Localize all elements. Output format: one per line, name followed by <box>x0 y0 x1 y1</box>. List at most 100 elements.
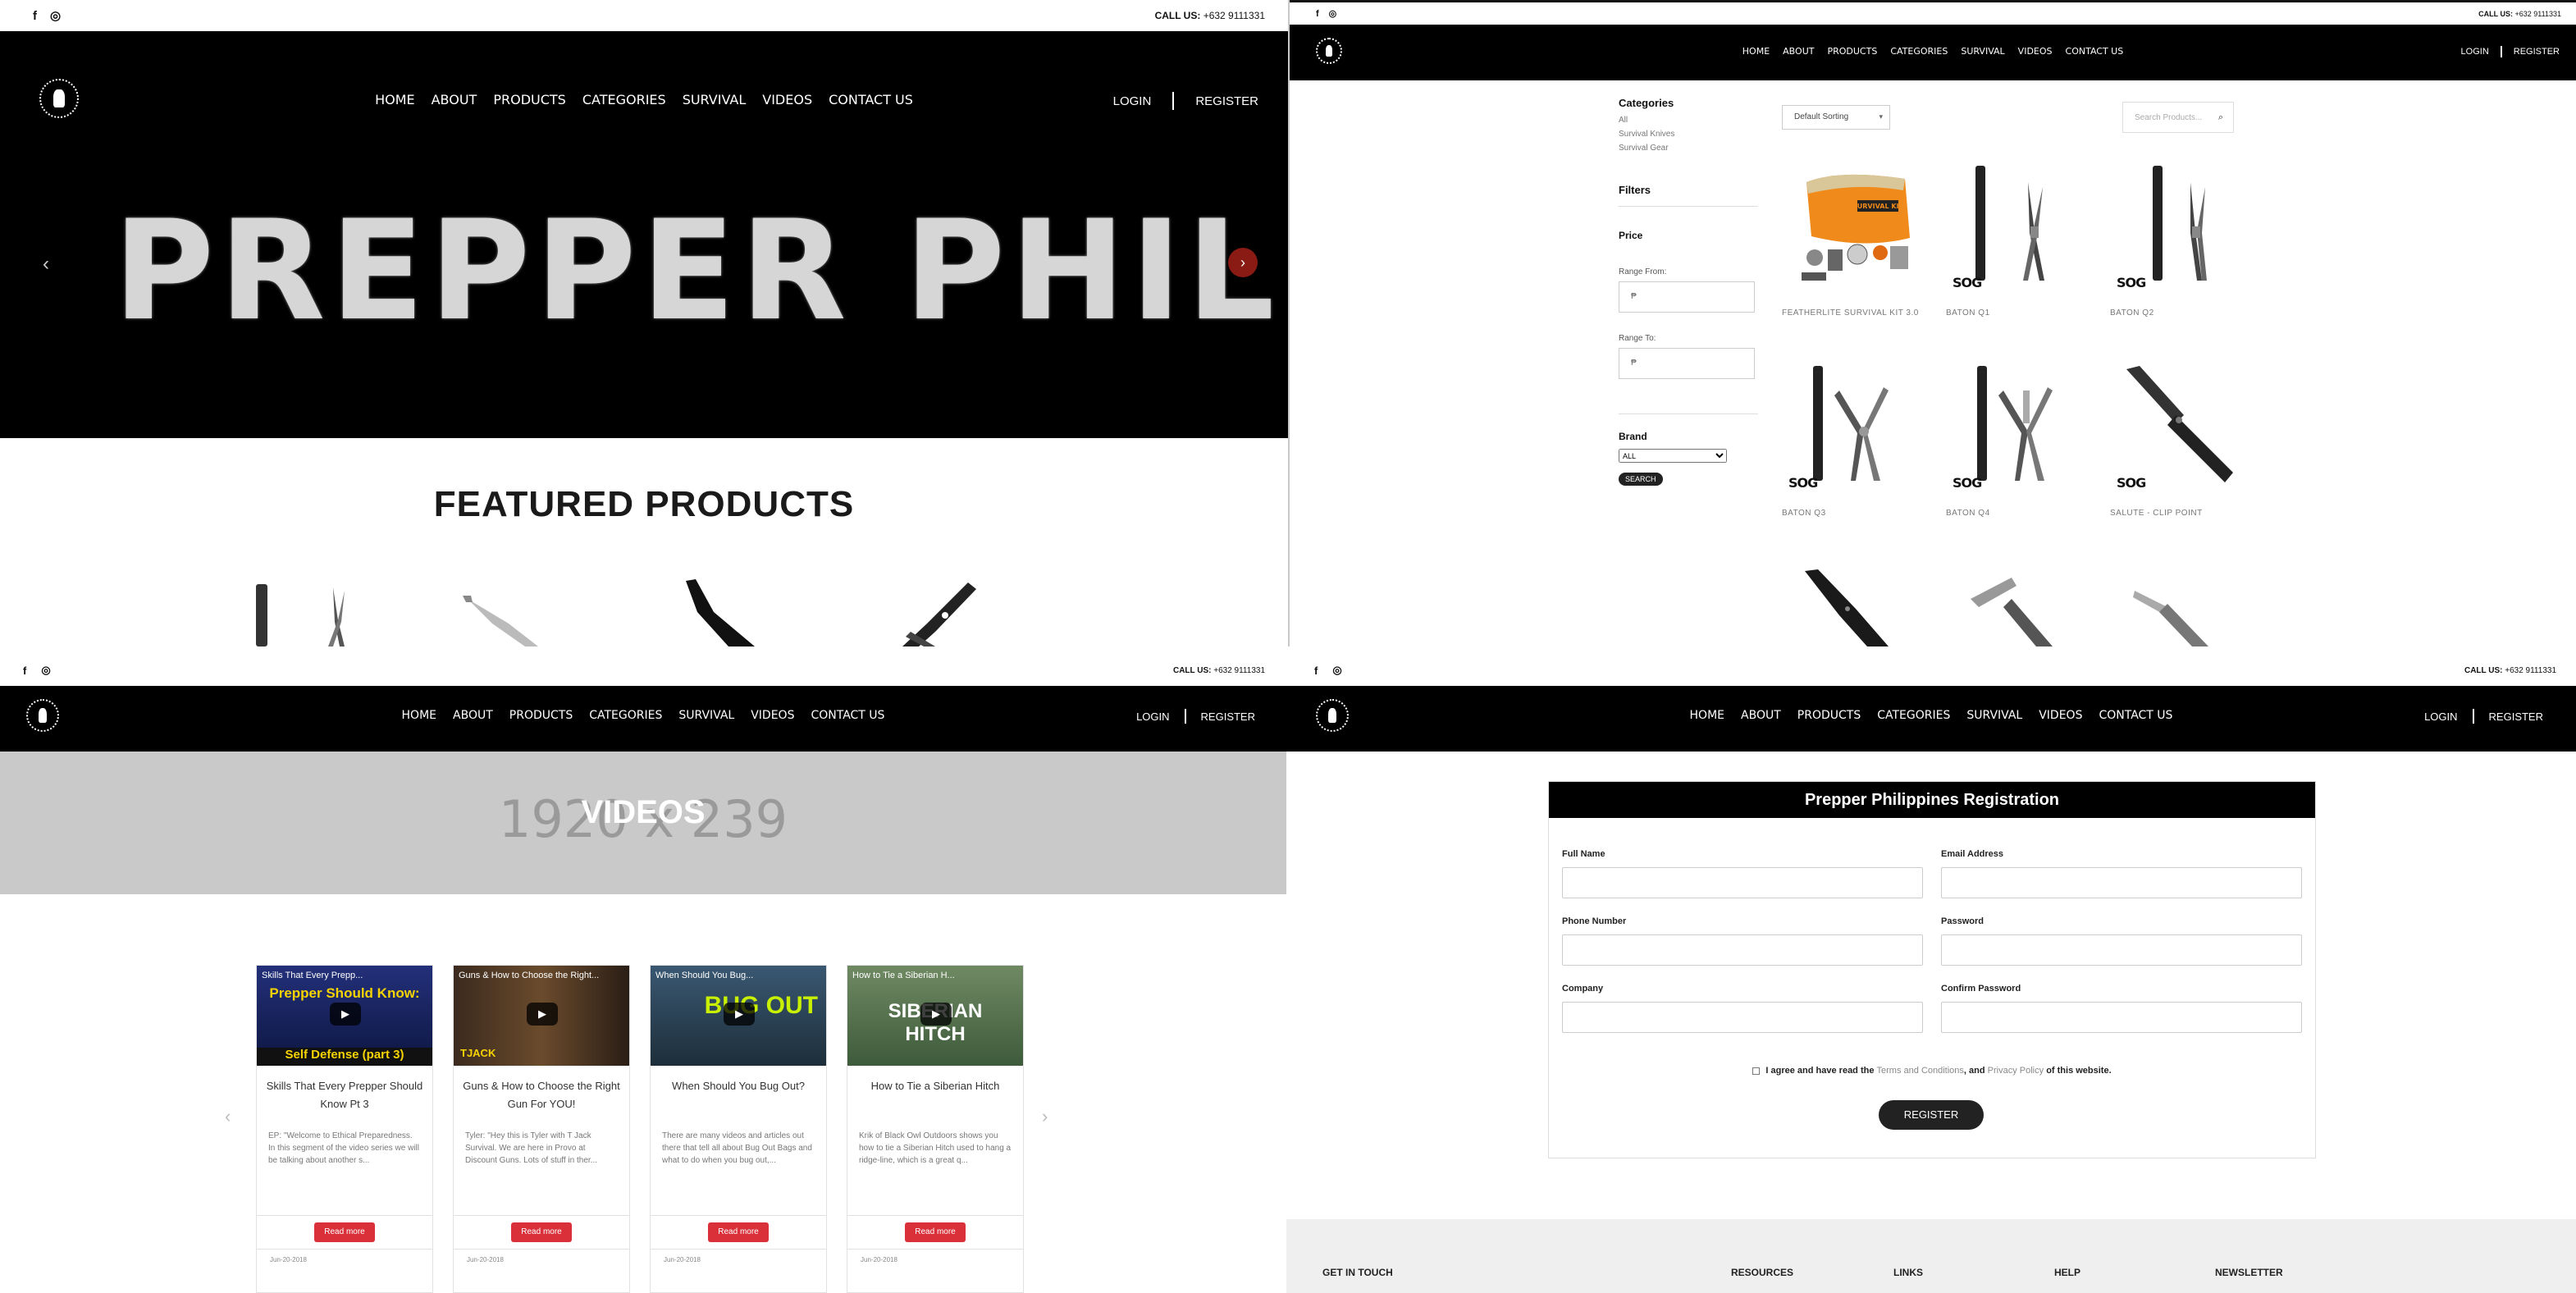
product-image[interactable]: SOG <box>2110 158 2249 305</box>
instagram-icon[interactable]: ◎ <box>41 664 50 677</box>
instagram-icon[interactable]: ◎ <box>1329 8 1337 19</box>
login-link[interactable]: LOGIN <box>1136 710 1169 723</box>
product-image[interactable]: SOG <box>2110 358 2249 505</box>
nav-home[interactable]: HOME <box>375 92 415 107</box>
product-card[interactable]: SURVIVAL KIT FEATHERLITE SURVIVAL KIT 3.… <box>1782 158 1921 318</box>
sort-select[interactable]: Default Sorting <box>1782 105 1890 130</box>
terms-link[interactable]: Terms and Conditions <box>1877 1066 1964 1076</box>
video-thumbnail[interactable]: Guns & How to Choose the Right... TJACK … <box>454 966 629 1066</box>
nav-videos[interactable]: VIDEOS <box>762 92 812 107</box>
product-card[interactable]: SOG BATON Q2 <box>2110 158 2249 318</box>
nav-contact-us[interactable]: CONTACT US <box>811 709 884 722</box>
filter-search-button[interactable]: SEARCH <box>1619 473 1663 486</box>
nav-about[interactable]: ABOUT <box>1741 709 1781 722</box>
phone-input[interactable] <box>1562 934 1923 966</box>
product-name[interactable]: BATON Q2 <box>2110 308 2249 318</box>
nav-categories[interactable]: CATEGORIES <box>1890 46 1948 57</box>
facebook-icon[interactable]: f <box>23 665 26 677</box>
product-card[interactable]: SOG BATON Q4 <box>1946 358 2085 518</box>
nav-survival[interactable]: SURVIVAL <box>1961 46 2004 57</box>
nav-products[interactable]: PRODUCTS <box>1827 46 1877 57</box>
register-link[interactable]: REGISTER <box>1201 710 1255 723</box>
full-name-input[interactable] <box>1562 867 1923 898</box>
video-title[interactable]: Guns & How to Choose the Right Gun For Y… <box>454 1066 629 1125</box>
instagram-icon[interactable]: ◎ <box>50 8 61 23</box>
read-more-button[interactable]: Read more <box>314 1222 375 1242</box>
nav-products[interactable]: PRODUCTS <box>509 709 573 722</box>
company-input[interactable] <box>1562 1002 1923 1033</box>
product-image[interactable]: SOG <box>1782 358 1921 505</box>
play-icon[interactable]: ▶ <box>330 1003 361 1026</box>
nav-products[interactable]: PRODUCTS <box>1797 709 1861 722</box>
product-card[interactable]: SOG BATON Q3 <box>1782 358 1921 518</box>
product-name[interactable]: BATON Q4 <box>1946 509 2085 518</box>
featured-product-knife-1[interactable] <box>459 591 550 646</box>
product-image-partial[interactable] <box>2126 574 2225 646</box>
login-link[interactable]: LOGIN <box>2461 47 2489 57</box>
product-name[interactable]: BATON Q3 <box>1782 509 1921 518</box>
product-image-partial[interactable] <box>1798 568 1897 646</box>
nav-categories[interactable]: CATEGORIES <box>589 709 662 722</box>
nav-contact-us[interactable]: CONTACT US <box>829 92 913 107</box>
featured-product-knife-3[interactable] <box>886 583 984 646</box>
facebook-icon[interactable]: f <box>1316 9 1319 19</box>
play-icon[interactable]: ▶ <box>724 1003 755 1026</box>
product-card[interactable]: SOG SALUTE - CLIP POINT <box>2110 358 2249 518</box>
read-more-button[interactable]: Read more <box>708 1222 769 1242</box>
nav-home[interactable]: HOME <box>1690 709 1724 722</box>
nav-products[interactable]: PRODUCTS <box>493 92 566 107</box>
product-image-partial[interactable] <box>1962 574 2061 646</box>
facebook-icon[interactable]: f <box>1314 665 1318 677</box>
nav-videos[interactable]: VIDEOS <box>2039 709 2082 722</box>
password-input[interactable] <box>1941 934 2302 966</box>
confirm-password-input[interactable] <box>1941 1002 2302 1033</box>
product-name[interactable]: SALUTE - CLIP POINT <box>2110 509 2249 518</box>
chevron-left-icon[interactable]: ‹ <box>43 253 49 276</box>
nav-videos[interactable]: VIDEOS <box>2018 46 2053 57</box>
privacy-link[interactable]: Privacy Policy <box>1988 1066 2044 1076</box>
category-link-survival-knives[interactable]: Survival Knives <box>1619 130 1758 139</box>
nav-survival[interactable]: SURVIVAL <box>1966 709 2022 722</box>
category-link-all[interactable]: All <box>1619 116 1758 125</box>
product-name[interactable]: BATON Q1 <box>1946 308 2085 318</box>
product-name[interactable]: FEATHERLITE SURVIVAL KIT 3.0 <box>1782 308 1921 318</box>
terms-checkbox[interactable] <box>1752 1067 1761 1075</box>
login-link[interactable]: LOGIN <box>2424 710 2457 723</box>
featured-product-multitool[interactable] <box>253 579 359 646</box>
range-from-input[interactable]: ₱ <box>1619 281 1755 313</box>
register-button[interactable]: REGISTER <box>1879 1100 1984 1130</box>
play-icon[interactable]: ▶ <box>527 1003 558 1026</box>
read-more-button[interactable]: Read more <box>511 1222 572 1242</box>
featured-product-knife-2[interactable] <box>681 579 771 646</box>
product-image[interactable]: SOG <box>1946 358 2085 505</box>
email-input[interactable] <box>1941 867 2302 898</box>
video-title[interactable]: When Should You Bug Out? <box>651 1066 826 1125</box>
nav-home[interactable]: HOME <box>402 709 436 722</box>
video-thumbnail[interactable]: Skills That Every Prepp... Prepper Shoul… <box>257 966 432 1066</box>
product-card[interactable]: SOG BATON Q1 <box>1946 158 2085 318</box>
login-link[interactable]: LOGIN <box>1113 94 1152 108</box>
video-title[interactable]: Skills That Every Prepper Should Know Pt… <box>257 1066 432 1125</box>
play-icon[interactable]: ▶ <box>920 1003 952 1026</box>
register-link[interactable]: REGISTER <box>1195 94 1258 108</box>
nav-survival[interactable]: SURVIVAL <box>683 92 747 107</box>
product-image[interactable]: SOG <box>1946 158 2085 305</box>
nav-about[interactable]: ABOUT <box>432 92 477 107</box>
product-search-input[interactable]: Search Products... ⌕ <box>2122 102 2234 133</box>
facebook-icon[interactable]: f <box>33 9 37 23</box>
nav-about[interactable]: ABOUT <box>1783 46 1814 57</box>
brand-select[interactable]: ALL <box>1619 449 1727 463</box>
nav-contact-us[interactable]: CONTACT US <box>2099 709 2172 722</box>
product-image[interactable]: SURVIVAL KIT <box>1782 158 1921 305</box>
nav-survival[interactable]: SURVIVAL <box>678 709 734 722</box>
search-icon[interactable]: ⌕ <box>2218 112 2223 123</box>
nav-contact-us[interactable]: CONTACT US <box>2066 46 2124 57</box>
nav-home[interactable]: HOME <box>1742 46 1770 57</box>
video-thumbnail[interactable]: When Should You Bug... BUG OUT ▶ <box>651 966 826 1066</box>
nav-videos[interactable]: VIDEOS <box>751 709 794 722</box>
chevron-left-icon[interactable]: ‹ <box>225 1106 231 1127</box>
nav-about[interactable]: ABOUT <box>453 709 493 722</box>
chevron-right-icon[interactable]: › <box>1042 1106 1048 1127</box>
instagram-icon[interactable]: ◎ <box>1332 664 1341 677</box>
chevron-right-icon[interactable]: › <box>1228 248 1258 277</box>
